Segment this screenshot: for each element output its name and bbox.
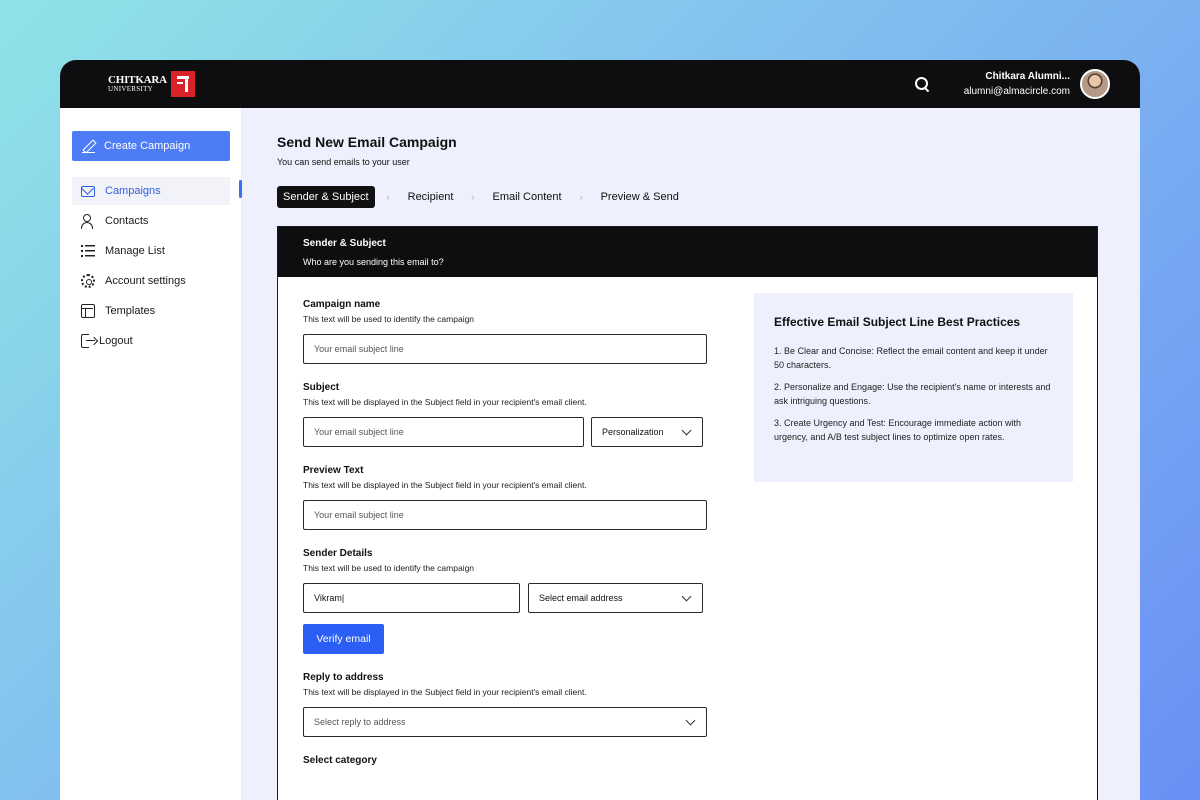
chevron-right-icon: › <box>471 192 475 202</box>
sidebar-item-campaigns[interactable]: Campaigns <box>72 177 230 205</box>
sender-email-label: Select email address <box>539 593 623 603</box>
main-content: Send New Email Campaign You can send ema… <box>242 108 1140 800</box>
list-item: 1. Be Clear and Concise: Reflect the ema… <box>774 346 1048 370</box>
search-icon[interactable] <box>914 76 930 92</box>
field-help: This text will be displayed in the Subje… <box>303 687 587 697</box>
sidebar-item-templates[interactable]: Templates <box>72 297 230 325</box>
field-label: Subject <box>303 382 340 393</box>
sender-details-field: Sender Details This text will be used to… <box>303 548 707 654</box>
card-title: Sender & Subject <box>303 238 386 249</box>
contacts-icon <box>81 214 95 229</box>
reply-to-select[interactable]: Select reply to address <box>303 707 707 737</box>
top-bar: CHITKARA UNIVERSITY Chitkara Alumni... a… <box>60 60 1140 108</box>
mail-icon <box>81 185 95 197</box>
list-item: 3. Create Urgency and Test: Encourage im… <box>774 418 1021 442</box>
card-subtitle: Who are you sending this email to? <box>303 257 444 267</box>
reply-to-label: Select reply to address <box>314 717 406 727</box>
reply-to-field: Reply to address This text will be displ… <box>303 672 707 737</box>
templates-icon <box>81 304 95 318</box>
subject-field: Subject This text will be displayed in t… <box>303 382 707 447</box>
pencil-icon <box>82 140 95 153</box>
sidebar-item-label: Logout <box>99 335 133 347</box>
best-practices-list: 1. Be Clear and Concise: Reflect the ema… <box>774 344 1053 444</box>
best-practices-panel: Effective Email Subject Line Best Practi… <box>754 293 1073 482</box>
page-subtitle: You can send emails to your user <box>277 157 410 167</box>
best-practices-title: Effective Email Subject Line Best Practi… <box>774 315 1021 329</box>
sidebar-item-logout[interactable]: Logout <box>72 327 230 355</box>
page-title: Send New Email Campaign <box>277 134 457 150</box>
chevron-right-icon: › <box>579 192 583 202</box>
chevron-down-icon <box>681 591 692 601</box>
logo-mark-icon <box>170 71 195 97</box>
sidebar-item-label: Manage List <box>105 245 165 257</box>
field-label: Sender Details <box>303 548 373 559</box>
user-name: Chitkara Alumni... <box>985 71 1070 82</box>
create-campaign-button[interactable]: Create Campaign <box>72 131 230 161</box>
sender-email-select[interactable]: Select email address <box>528 583 703 613</box>
user-email: alumni@almacircle.com <box>963 86 1070 97</box>
sender-name-input[interactable]: Vikram| <box>303 583 520 613</box>
field-help: This text will be used to identify the c… <box>303 563 475 573</box>
step-sender-subject[interactable]: Sender & Subject <box>277 186 375 208</box>
sidebar-item-contacts[interactable]: Contacts <box>72 207 230 235</box>
field-label: Reply to address <box>303 672 384 683</box>
create-campaign-label: Create Campaign <box>104 140 191 152</box>
list-item: 2. Personalize and Engage: Use the recip… <box>774 382 1051 406</box>
sidebar-item-manage-list[interactable]: Manage List <box>72 237 230 265</box>
sidebar-item-account-settings[interactable]: Account settings <box>72 267 230 295</box>
sidebar-item-label: Templates <box>105 305 156 317</box>
sidebar-item-label: Campaigns <box>105 185 161 197</box>
chevron-down-icon <box>681 425 692 435</box>
chevron-right-icon: › <box>386 192 390 202</box>
campaign-name-input[interactable]: Your email subject line <box>303 334 707 364</box>
app-window: CHITKARA UNIVERSITY Chitkara Alumni... a… <box>60 60 1140 800</box>
gear-icon <box>81 274 95 288</box>
sender-subject-card: Sender & Subject Who are you sending thi… <box>277 226 1098 800</box>
preview-text-field: Preview Text This text will be displayed… <box>303 465 707 530</box>
personalization-select[interactable]: Personalization <box>591 417 703 447</box>
campaign-form: Campaign name This text will be used to … <box>303 299 707 784</box>
user-info[interactable]: Chitkara Alumni... alumni@almacircle.com <box>964 71 1070 97</box>
brand-subname: UNIVERSITY <box>108 85 153 93</box>
step-preview-send[interactable]: Preview & Send <box>595 186 685 208</box>
verify-email-button[interactable]: Verify email <box>303 624 384 654</box>
field-label: Campaign name <box>303 299 381 310</box>
sidebar-nav: Campaigns Contacts Manage List Account s… <box>72 177 241 355</box>
sidebar-item-label: Account settings <box>105 275 186 287</box>
subject-input[interactable]: Your email subject line <box>303 417 584 447</box>
category-field: Select category <box>303 755 707 766</box>
stepper: Sender & Subject › Recipient › Email Con… <box>277 186 1140 208</box>
preview-text-input[interactable]: Your email subject line <box>303 500 707 530</box>
avatar[interactable] <box>1080 69 1110 99</box>
field-label: Preview Text <box>303 465 364 476</box>
field-help: This text will be used to identify the c… <box>303 314 475 324</box>
field-help: This text will be displayed in the Subje… <box>303 480 587 490</box>
logout-icon <box>81 334 95 348</box>
sidebar: Create Campaign Campaigns Contacts Manag… <box>60 108 242 800</box>
brand-logo[interactable]: CHITKARA UNIVERSITY <box>108 71 195 97</box>
step-recipient[interactable]: Recipient <box>402 186 460 208</box>
list-icon <box>81 244 95 258</box>
sidebar-item-label: Contacts <box>105 215 149 227</box>
step-email-content[interactable]: Email Content <box>486 186 567 208</box>
personalization-label: Personalization <box>602 427 664 437</box>
field-label: Select category <box>303 755 377 766</box>
chevron-down-icon <box>685 715 696 725</box>
campaign-name-field: Campaign name This text will be used to … <box>303 299 707 364</box>
card-header: Sender & Subject Who are you sending thi… <box>278 227 1097 277</box>
field-help: This text will be displayed in the Subje… <box>303 397 587 407</box>
